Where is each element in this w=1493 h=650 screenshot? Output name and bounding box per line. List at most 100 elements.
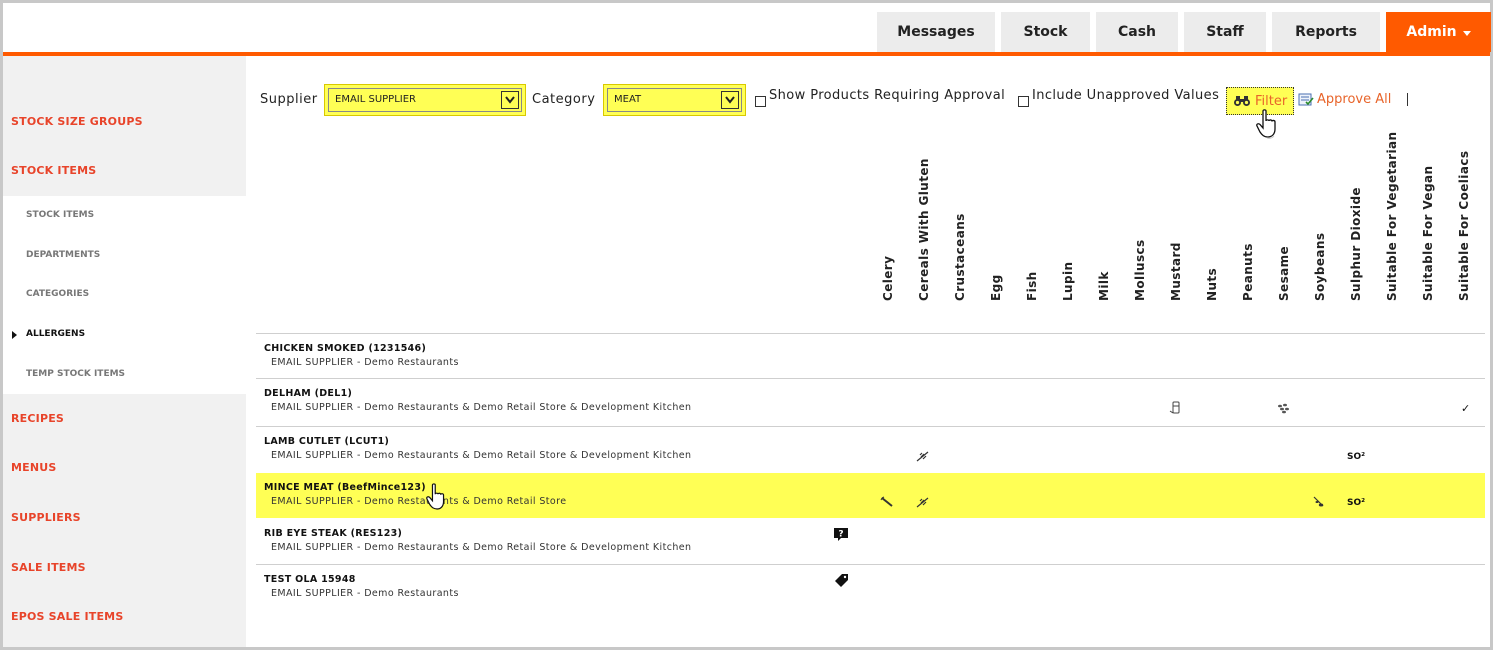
sidebar-submenu: STOCK ITEMS DEPARTMENTS CATEGORIES ALLER… bbox=[3, 196, 246, 394]
column-header-label: Mustard bbox=[1169, 242, 1183, 301]
chevron-down-icon[interactable] bbox=[501, 91, 519, 109]
active-arrow-icon bbox=[12, 331, 17, 339]
table-row[interactable]: LAMB CUTLET (LCUT1) EMAIL SUPPLIER - Dem… bbox=[256, 427, 1485, 472]
top-nav: Messages Stock Cash Staff Reports Admin bbox=[877, 12, 1491, 52]
sidebar-sub-allergens[interactable]: ALLERGENS bbox=[26, 329, 85, 339]
column-header: Suitable For Vegan bbox=[1417, 150, 1441, 315]
question-icon[interactable]: ? bbox=[833, 527, 849, 542]
soybeans-icon bbox=[1313, 496, 1324, 507]
column-header-label: Nuts bbox=[1205, 267, 1219, 301]
sulphur-dioxide-label: SO² bbox=[1347, 498, 1366, 508]
row-product-name: CHICKEN SMOKED (1231546) bbox=[264, 343, 427, 354]
show-requiring-approval-label: Show Products Requiring Approval bbox=[769, 88, 1006, 103]
supplier-select-value: EMAIL SUPPLIER bbox=[335, 94, 417, 105]
column-header-label: Suitable For Vegan bbox=[1421, 165, 1435, 301]
column-header-label: Cereals With Gluten bbox=[917, 158, 931, 301]
column-header: Lupin bbox=[1057, 150, 1081, 315]
column-header: Sesame bbox=[1273, 150, 1297, 315]
chevron-down-icon bbox=[1462, 30, 1471, 36]
column-header-label: Suitable For Coeliacs bbox=[1457, 150, 1471, 301]
nav-staff-label: Staff bbox=[1206, 24, 1244, 40]
hand-cursor-icon bbox=[426, 483, 445, 510]
column-header: Soybeans bbox=[1309, 150, 1333, 315]
column-header: Suitable For Coeliacs bbox=[1453, 150, 1477, 315]
approve-all-button[interactable]: Approve All bbox=[1298, 92, 1391, 107]
column-header: Milk bbox=[1093, 150, 1117, 315]
gluten-wheat-icon bbox=[916, 497, 929, 508]
sidebar-sub-temp-stock-items[interactable]: TEMP STOCK ITEMS bbox=[26, 369, 125, 379]
nav-messages[interactable]: Messages bbox=[877, 12, 995, 52]
row-product-name: LAMB CUTLET (LCUT1) bbox=[264, 436, 390, 447]
column-header: Crustaceans bbox=[949, 150, 973, 315]
nav-stock-label: Stock bbox=[1023, 24, 1068, 40]
row-product-name: RIB EYE STEAK (RES123) bbox=[264, 528, 403, 539]
include-unapproved-label: Include Unapproved Values bbox=[1032, 88, 1220, 103]
separator bbox=[1407, 93, 1408, 106]
sesame-icon bbox=[1278, 403, 1289, 414]
sidebar-item-menus[interactable]: MENUS bbox=[11, 461, 57, 474]
nav-reports-label: Reports bbox=[1295, 24, 1357, 40]
column-header: Fish bbox=[1021, 150, 1045, 315]
column-header-label: Peanuts bbox=[1241, 243, 1255, 301]
gluten-wheat-icon bbox=[916, 451, 929, 462]
supplier-label: Supplier bbox=[260, 92, 318, 107]
nav-stock[interactable]: Stock bbox=[1001, 12, 1090, 52]
binoculars-icon bbox=[1234, 96, 1250, 106]
category-select[interactable]: MEAT bbox=[603, 84, 746, 116]
table-row[interactable]: TEST OLA 15948 EMAIL SUPPLIER - Demo Res… bbox=[256, 565, 1485, 610]
sidebar-item-sale-items[interactable]: SALE ITEMS bbox=[11, 561, 86, 574]
column-header: Molluscs bbox=[1129, 150, 1153, 315]
row-supplier-info: EMAIL SUPPLIER - Demo Restaurants & Demo… bbox=[271, 496, 567, 507]
chevron-down-icon[interactable] bbox=[721, 91, 739, 109]
approve-all-label: Approve All bbox=[1317, 92, 1392, 107]
column-header-label: Lupin bbox=[1061, 261, 1075, 301]
celery-icon bbox=[880, 496, 893, 507]
row-supplier-info: EMAIL SUPPLIER - Demo Restaurants & Demo… bbox=[271, 450, 692, 461]
column-header: Sulphur Dioxide bbox=[1345, 150, 1369, 315]
column-header: Cereals With Gluten bbox=[913, 150, 937, 315]
table-row[interactable]: RIB EYE STEAK (RES123) EMAIL SUPPLIER - … bbox=[256, 519, 1485, 564]
supplier-select[interactable]: EMAIL SUPPLIER bbox=[324, 84, 526, 116]
coeliac-check-icon: ✓ bbox=[1461, 402, 1471, 415]
sidebar-item-suppliers[interactable]: SUPPLIERS bbox=[11, 511, 81, 524]
nav-reports[interactable]: Reports bbox=[1272, 12, 1380, 52]
row-supplier-info: EMAIL SUPPLIER - Demo Restaurants & Demo… bbox=[271, 542, 692, 553]
approve-icon bbox=[1298, 93, 1314, 105]
row-product-name: TEST OLA 15948 bbox=[264, 574, 356, 585]
column-header-label: Fish bbox=[1025, 271, 1039, 301]
table-row[interactable]: DELHAM (DEL1) EMAIL SUPPLIER - Demo Rest… bbox=[256, 379, 1485, 426]
column-header: Nuts bbox=[1201, 150, 1225, 315]
category-select-value: MEAT bbox=[614, 94, 642, 105]
sidebar-item-recipes[interactable]: RECIPES bbox=[11, 412, 64, 425]
sidebar-sub-departments[interactable]: DEPARTMENTS bbox=[26, 250, 100, 260]
table-row[interactable]: CHICKEN SMOKED (1231546) EMAIL SUPPLIER … bbox=[256, 334, 1485, 378]
sidebar-item-stock-items[interactable]: STOCK ITEMS bbox=[11, 164, 96, 177]
column-header-label: Soybeans bbox=[1313, 232, 1327, 301]
nav-admin-label: Admin bbox=[1406, 24, 1457, 40]
column-header: Celery bbox=[877, 150, 901, 315]
nav-staff[interactable]: Staff bbox=[1184, 12, 1266, 52]
sidebar: STOCK SIZE GROUPS STOCK ITEMS STOCK ITEM… bbox=[3, 56, 246, 647]
sidebar-sub-stock-items[interactable]: STOCK ITEMS bbox=[26, 210, 94, 220]
include-unapproved-checkbox[interactable] bbox=[1018, 96, 1029, 107]
row-supplier-info: EMAIL SUPPLIER - Demo Restaurants bbox=[271, 588, 459, 599]
sulphur-dioxide-label: SO² bbox=[1347, 452, 1366, 462]
column-header: Egg bbox=[985, 150, 1009, 315]
sidebar-item-stock-size-groups[interactable]: STOCK SIZE GROUPS bbox=[11, 115, 143, 128]
row-product-name: DELHAM (DEL1) bbox=[264, 388, 353, 399]
category-label: Category bbox=[532, 92, 596, 107]
row-product-name: MINCE MEAT (BeefMince123) bbox=[264, 482, 426, 493]
nav-messages-label: Messages bbox=[897, 24, 975, 40]
show-requiring-approval-checkbox[interactable] bbox=[755, 96, 766, 107]
nav-admin[interactable]: Admin bbox=[1386, 12, 1491, 52]
sidebar-sub-categories[interactable]: CATEGORIES bbox=[26, 289, 89, 299]
nav-cash[interactable]: Cash bbox=[1096, 12, 1178, 52]
column-header: Mustard bbox=[1165, 150, 1189, 315]
column-header: Suitable For Vegetarian bbox=[1381, 132, 1405, 315]
tag-icon[interactable] bbox=[834, 573, 849, 588]
column-header-label: Sulphur Dioxide bbox=[1349, 187, 1363, 301]
sidebar-item-epos-sale-items[interactable]: EPOS SALE ITEMS bbox=[11, 610, 123, 623]
column-header: Peanuts bbox=[1237, 150, 1261, 315]
row-supplier-info: EMAIL SUPPLIER - Demo Restaurants & Demo… bbox=[271, 402, 692, 413]
filter-label: Filter bbox=[1255, 93, 1288, 109]
